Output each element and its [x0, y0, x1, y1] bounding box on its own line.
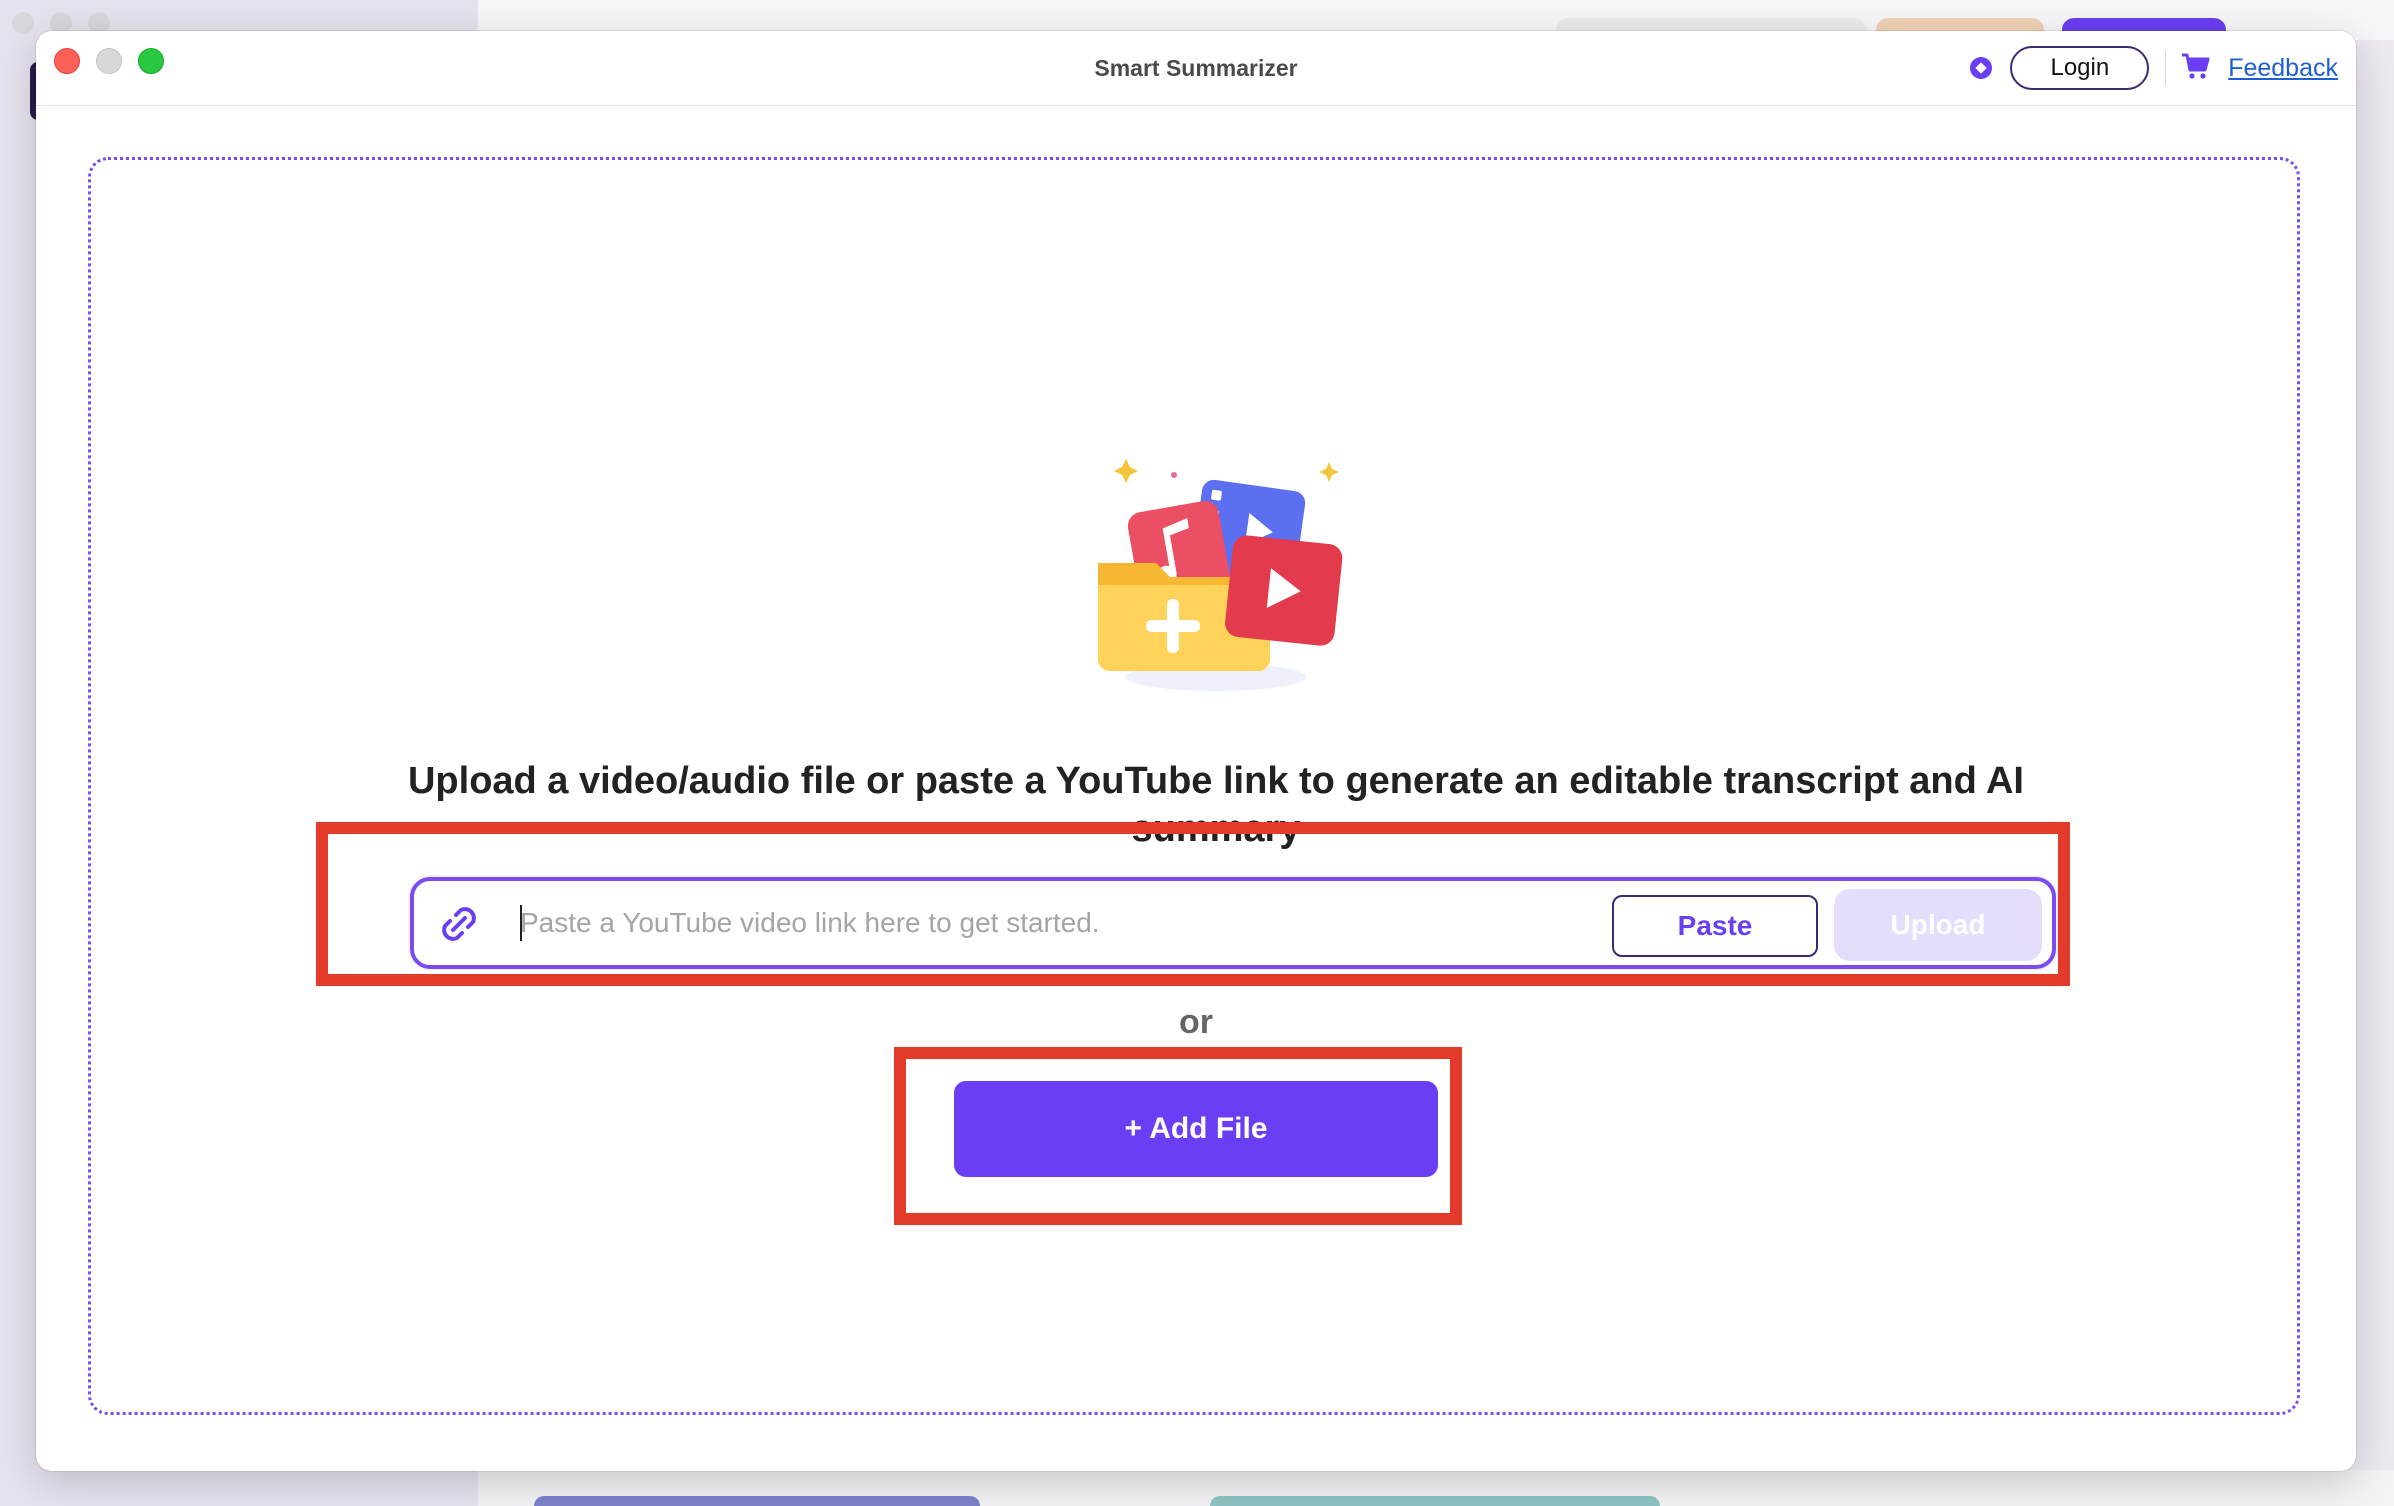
text-caret — [520, 905, 522, 941]
background-card — [534, 1496, 980, 1506]
background-card — [1210, 1496, 1660, 1506]
title-bar: Smart Summarizer Login Feedback — [36, 31, 2356, 106]
media-folder-illustration — [1098, 459, 1343, 691]
smart-summarizer-window: Smart Summarizer Login Feedback Upload a… — [36, 31, 2356, 1471]
feedback-link[interactable]: Feedback — [2228, 54, 2338, 83]
link-icon — [442, 907, 476, 941]
divider — [2165, 51, 2167, 85]
or-divider-label: or — [1179, 1003, 1213, 1041]
cart-icon[interactable] — [2180, 51, 2228, 86]
paste-button[interactable]: Paste — [1612, 895, 1818, 957]
diamond-icon[interactable] — [1970, 57, 1993, 79]
title-bar-actions: Login Feedback — [1970, 45, 2338, 91]
upload-button[interactable]: Upload — [1834, 889, 2042, 961]
login-button[interactable]: Login — [2010, 46, 2150, 90]
add-file-button[interactable]: + Add File — [954, 1081, 1438, 1177]
youtube-link-input[interactable] — [520, 901, 1560, 945]
youtube-link-bar: Paste Upload — [410, 877, 2056, 969]
